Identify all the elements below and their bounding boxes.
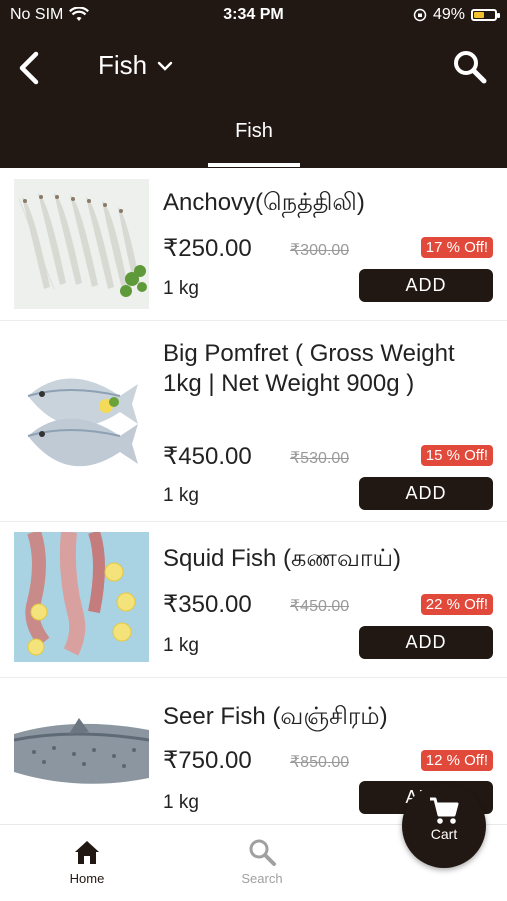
- product-list[interactable]: Anchovy(நெத்திலி) ₹250.00 ₹300.00 17 % O…: [0, 168, 507, 824]
- product-mrp: ₹850.00: [290, 754, 350, 771]
- product-image-seer: [14, 690, 149, 820]
- product-item[interactable]: Anchovy(நெத்திலி) ₹250.00 ₹300.00 17 % O…: [0, 168, 507, 321]
- nav-home-label: Home: [69, 871, 105, 886]
- product-image-pomfret: [14, 356, 149, 486]
- battery-percent: 49%: [432, 6, 465, 23]
- nav-home[interactable]: Home: [47, 837, 127, 886]
- product-price: ₹450.00: [163, 443, 252, 470]
- product-quantity: 1 kg: [163, 792, 199, 813]
- cart-label: Cart: [430, 826, 458, 842]
- app-header: No SIM 3:34 PM 49% Fish Fish: [0, 0, 507, 168]
- product-quantity: 1 kg: [163, 278, 199, 299]
- product-price: ₹750.00: [163, 747, 252, 774]
- search-icon[interactable]: [451, 48, 489, 86]
- discount-badge: 22 % Off!: [420, 594, 493, 615]
- product-name: Seer Fish (வஞ்சிரம்): [163, 703, 388, 730]
- nav-bar: Fish: [0, 40, 507, 96]
- product-image-anchovy: [14, 179, 149, 309]
- add-button[interactable]: ADD: [359, 477, 493, 510]
- home-icon: [75, 841, 99, 864]
- add-button[interactable]: ADD: [359, 269, 493, 302]
- nav-search-label: Search: [241, 871, 283, 886]
- product-name: Squid Fish (கணவாய்): [163, 545, 402, 572]
- tab-fish[interactable]: Fish: [208, 120, 300, 143]
- category-dropdown[interactable]: Fish: [98, 50, 173, 81]
- discount-badge: 17 % Off!: [420, 237, 493, 258]
- orientation-lock-icon: [413, 8, 427, 22]
- product-price: ₹350.00: [163, 591, 252, 618]
- cart-icon: [430, 797, 459, 824]
- add-button[interactable]: ADD: [359, 626, 493, 659]
- status-bar: No SIM 3:34 PM 49%: [0, 0, 507, 32]
- product-price: ₹250.00: [163, 235, 252, 262]
- product-item[interactable]: Big Pomfret ( Gross Weight 1kg | Net Wei…: [0, 321, 507, 522]
- product-name: Anchovy(நெத்திலி): [163, 189, 365, 216]
- product-quantity: 1 kg: [163, 485, 199, 506]
- cart-button[interactable]: Cart: [402, 784, 486, 868]
- category-tabs: Fish: [0, 100, 507, 168]
- page-title: Fish: [98, 50, 148, 80]
- tab-indicator: [208, 163, 300, 167]
- product-mrp: ₹530.00: [290, 450, 350, 467]
- discount-badge: 12 % Off!: [420, 750, 493, 771]
- product-quantity: 1 kg: [163, 635, 199, 656]
- product-mrp: ₹450.00: [290, 598, 350, 615]
- product-image-squid: [14, 532, 149, 662]
- nav-search[interactable]: Search: [222, 837, 302, 886]
- chevron-down-icon: [157, 61, 173, 71]
- back-icon[interactable]: [14, 48, 46, 88]
- discount-badge: 15 % Off!: [420, 445, 493, 466]
- product-item[interactable]: Squid Fish (கணவாய்) ₹350.00 ₹450.00 22 %…: [0, 522, 507, 678]
- product-mrp: ₹300.00: [290, 242, 350, 259]
- battery-icon: [471, 9, 500, 21]
- product-name: Big Pomfret ( Gross Weight 1kg | Net Wei…: [163, 340, 455, 397]
- search-icon: [249, 839, 276, 866]
